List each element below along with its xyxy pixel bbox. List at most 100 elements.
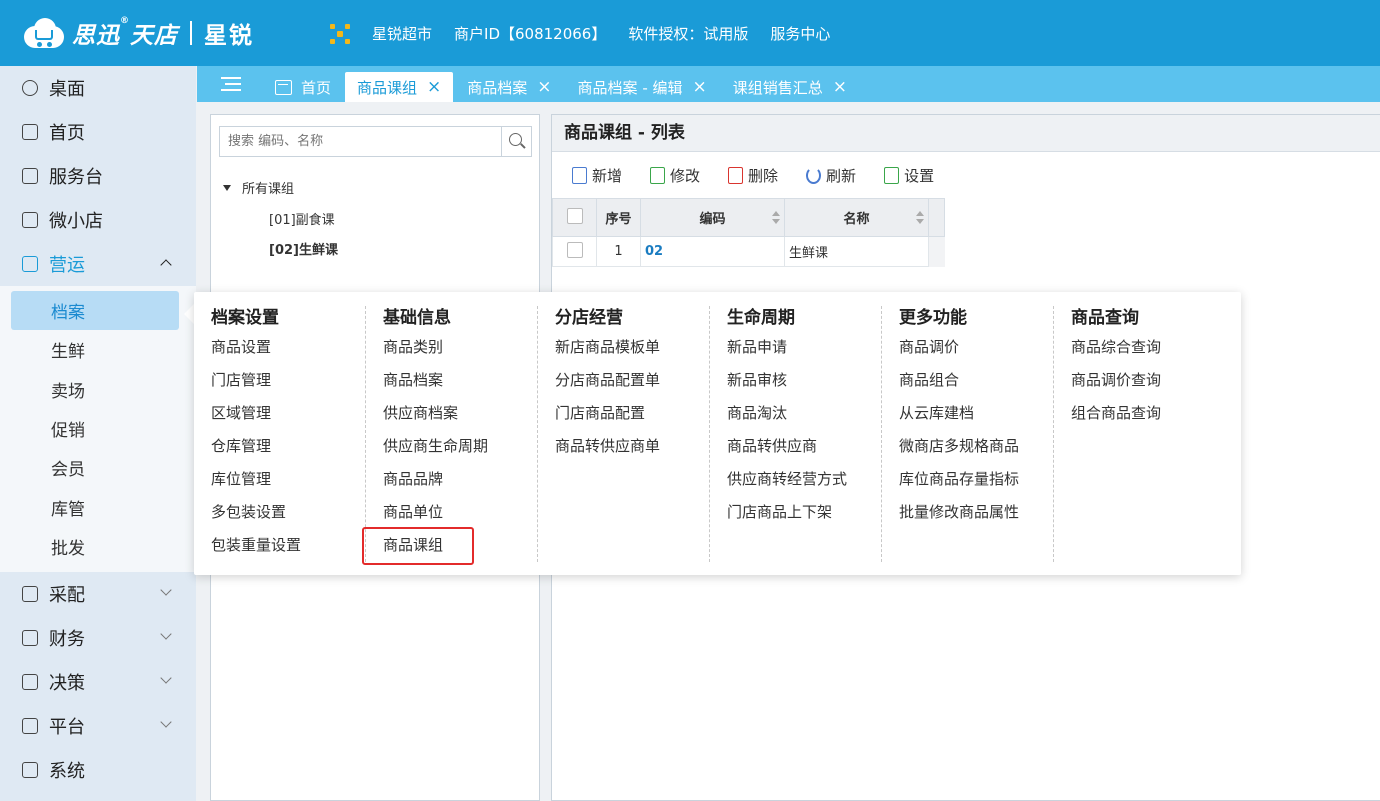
- home-icon: [275, 79, 292, 95]
- menu-item-product-combo[interactable]: 商品组合: [899, 368, 1053, 401]
- tree-root[interactable]: 所有课组: [223, 178, 294, 197]
- menu-item-micro-shop-multi-spec[interactable]: 微商店多规格商品: [899, 434, 1053, 467]
- menu-column-product-query: 商品查询 商品综合查询 商品调价查询 组合商品查询: [1054, 306, 1226, 562]
- sidebar-item-desktop[interactable]: 桌面: [0, 66, 196, 110]
- toolbar: 新增 修改 删除 刷新 设置: [552, 152, 1380, 198]
- column-header-name[interactable]: 名称: [784, 198, 929, 237]
- platform-icon: [22, 718, 38, 735]
- menu-item-warehouse-management[interactable]: 仓库管理: [211, 434, 365, 467]
- cart-icon: [22, 586, 38, 603]
- menu-item-new-store-template[interactable]: 新店商品模板单: [555, 335, 709, 368]
- search-input[interactable]: [220, 127, 500, 156]
- menu-item-product-supplier-transfer-order[interactable]: 商品转供应商单: [555, 434, 709, 467]
- yen-icon: [22, 630, 38, 647]
- menu-item-supplier-lifecycle[interactable]: 供应商生命周期: [383, 434, 537, 467]
- qrcode-icon[interactable]: [330, 24, 350, 44]
- top-header: 思迅®天店 星锐 星锐超市 商户ID【60812066】 软件授权：试用版 服务…: [0, 0, 1380, 66]
- decision-icon: [22, 674, 38, 691]
- tab-product-archive[interactable]: 商品档案 ×: [455, 72, 563, 102]
- menu-item-product-archive[interactable]: 商品档案: [383, 368, 537, 401]
- menu-item-product-overall-query[interactable]: 商品综合查询: [1071, 335, 1226, 368]
- menu-item-product-retire[interactable]: 商品淘汰: [727, 401, 881, 434]
- menu-item-batch-edit-attributes[interactable]: 批量修改商品属性: [899, 500, 1053, 533]
- delete-button[interactable]: 删除: [728, 165, 778, 186]
- row-name: 生鲜课: [784, 236, 929, 267]
- chevron-up-icon: [160, 259, 172, 271]
- sidebar-subitem-archive[interactable]: 档案: [11, 291, 179, 331]
- sidebar-item-micro-shop[interactable]: 微小店: [0, 198, 196, 242]
- caret-down-icon[interactable]: [223, 184, 231, 191]
- sidebar-item-platform[interactable]: 平台: [0, 704, 196, 748]
- settings-button[interactable]: 设置: [884, 165, 934, 186]
- close-icon[interactable]: ×: [693, 77, 707, 97]
- select-all-checkbox[interactable]: [566, 207, 583, 224]
- tab-home[interactable]: 首页: [263, 72, 343, 102]
- edit-icon: [650, 166, 666, 184]
- menu-item-supplier-change-mode[interactable]: 供应商转经营方式: [727, 467, 881, 500]
- sidebar-item-system[interactable]: 系统: [0, 748, 196, 792]
- tab-group-sales-summary[interactable]: 课组销售汇总 ×: [721, 72, 859, 102]
- sidebar-item-operations[interactable]: 营运: [0, 242, 196, 286]
- menu-item-cloud-archive[interactable]: 从云库建档: [899, 401, 1053, 434]
- sidebar-subitem-member[interactable]: 会员: [0, 448, 196, 487]
- tree-node[interactable]: [02]生鲜课: [269, 239, 338, 258]
- close-icon[interactable]: ×: [427, 77, 441, 97]
- service-desk-icon: [22, 168, 38, 184]
- sidebar-subitem-wholesale[interactable]: 批发: [0, 527, 196, 566]
- search-icon[interactable]: [501, 127, 531, 156]
- brand-divider: [190, 21, 192, 45]
- menu-item-branch-product-config-order[interactable]: 分店商品配置单: [555, 368, 709, 401]
- row-scroll-cell: [928, 236, 945, 267]
- menu-item-supplier-archive[interactable]: 供应商档案: [383, 401, 537, 434]
- sidebar-item-home[interactable]: 首页: [0, 110, 196, 154]
- sidebar-subitem-fresh[interactable]: 生鲜: [0, 330, 196, 369]
- sidebar-subitem-promotion[interactable]: 促销: [0, 409, 196, 448]
- menu-item-store-product-shelf[interactable]: 门店商品上下架: [727, 500, 881, 533]
- brand-name: 思迅®天店: [72, 16, 178, 49]
- menu-item-location-stock-index[interactable]: 库位商品存量指标: [899, 467, 1053, 500]
- row-code-link[interactable]: 02: [640, 236, 785, 267]
- tree-node[interactable]: [01]副食课: [269, 209, 335, 228]
- menu-item-product-brand[interactable]: 商品品牌: [383, 467, 537, 500]
- sidebar-item-decision[interactable]: 决策: [0, 660, 196, 704]
- sidebar-subitem-inventory[interactable]: 库管: [0, 487, 196, 526]
- settings-icon: [884, 166, 900, 184]
- sidebar-item-service-desk[interactable]: 服务台: [0, 154, 196, 198]
- menu-item-product-change-supplier[interactable]: 商品转供应商: [727, 434, 881, 467]
- header-links: 星锐超市 商户ID【60812066】 软件授权：试用版 服务中心: [372, 23, 830, 44]
- menu-item-pack-weight-settings[interactable]: 包装重量设置: [211, 533, 365, 566]
- menu-item-multi-pack-settings[interactable]: 多包装设置: [211, 500, 365, 533]
- sidebar-subitem-store-floor[interactable]: 卖场: [0, 370, 196, 409]
- column-header-code[interactable]: 编码: [640, 198, 785, 237]
- service-center-link[interactable]: 服务中心: [770, 23, 830, 44]
- store-name[interactable]: 星锐超市: [372, 23, 432, 44]
- menu-item-location-management[interactable]: 库位管理: [211, 467, 365, 500]
- menu-item-new-product-apply[interactable]: 新品申请: [727, 335, 881, 368]
- sidebar-item-finance[interactable]: 财务: [0, 616, 196, 660]
- menu-item-product-settings[interactable]: 商品设置: [211, 335, 365, 368]
- menu-item-product-category[interactable]: 商品类别: [383, 335, 537, 368]
- menu-item-combo-product-query[interactable]: 组合商品查询: [1071, 401, 1226, 434]
- shop-icon: [22, 212, 38, 228]
- table-row[interactable]: 1 02 生鲜课: [552, 236, 945, 267]
- menu-item-price-adjust[interactable]: 商品调价: [899, 335, 1053, 368]
- menu-item-new-product-review[interactable]: 新品审核: [727, 368, 881, 401]
- tab-product-group[interactable]: 商品课组 ×: [345, 72, 454, 102]
- menu-toggle-icon[interactable]: [197, 66, 263, 102]
- chevron-down-icon: [160, 628, 172, 640]
- refresh-button[interactable]: 刷新: [806, 165, 856, 186]
- menu-item-region-management[interactable]: 区域管理: [211, 401, 365, 434]
- menu-column-more-functions: 更多功能 商品调价 商品组合 从云库建档 微商店多规格商品 库位商品存量指标 批…: [882, 306, 1054, 562]
- row-checkbox[interactable]: [566, 241, 583, 258]
- close-icon[interactable]: ×: [537, 77, 551, 97]
- edit-button[interactable]: 修改: [650, 165, 700, 186]
- close-icon[interactable]: ×: [833, 77, 847, 97]
- license-info[interactable]: 软件授权：试用版: [628, 23, 748, 44]
- menu-item-store-management[interactable]: 门店管理: [211, 368, 365, 401]
- menu-item-store-product-config[interactable]: 门店商品配置: [555, 401, 709, 434]
- sidebar-item-procurement[interactable]: 采配: [0, 572, 196, 616]
- menu-column-title: 档案设置: [211, 308, 279, 328]
- menu-item-price-adjust-query[interactable]: 商品调价查询: [1071, 368, 1226, 401]
- add-button[interactable]: 新增: [572, 165, 622, 186]
- tab-product-archive-edit[interactable]: 商品档案 - 编辑 ×: [566, 72, 719, 102]
